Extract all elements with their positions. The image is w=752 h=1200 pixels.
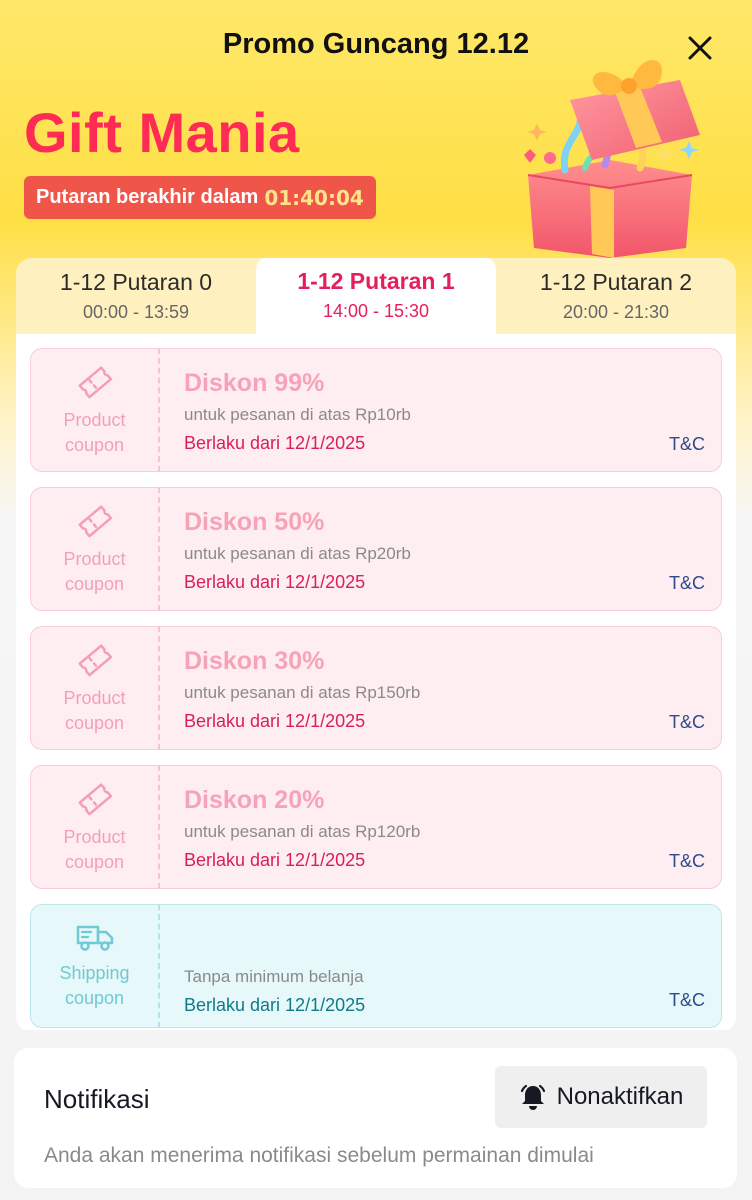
coupon-validity: Berlaku dari 12/1/2025: [184, 711, 366, 731]
tnc-link[interactable]: T&C: [669, 434, 705, 455]
tab-round-2-name: 1-12 Putaran 2: [539, 269, 693, 295]
coupon-type-label: Product coupon: [63, 686, 125, 736]
coupon-title: Diskon 30%: [184, 647, 325, 675]
coupon-type-label: Product coupon: [63, 825, 125, 875]
tnc-link[interactable]: T&C: [669, 573, 705, 594]
rounds-panel: 1-12 Putaran 0 00:00 - 13:59 1-12 Putara…: [16, 258, 736, 1030]
ticket-icon: [78, 644, 112, 677]
coupon-condition: untuk pesanan di atas Rp10rb: [184, 405, 411, 424]
coupon-type-label: Shipping coupon: [59, 961, 129, 1011]
coupon-title: Diskon 20%: [184, 786, 325, 814]
tab-round-0-time: 00:00 - 13:59: [82, 302, 190, 322]
coupon-body: Diskon 50% untuk pesanan di atas Rp20rb …: [160, 487, 722, 611]
coupon-title: Diskon 50%: [184, 508, 325, 536]
coupon-type-line-1: Shipping: [59, 963, 130, 983]
coupon-body: Tanpa minimum belanja Berlaku dari 12/1/…: [160, 904, 722, 1028]
disable-notification-label: Nonaktifkan: [556, 1083, 684, 1110]
coupon-body: Diskon 20% untuk pesanan di atas Rp120rb…: [160, 765, 722, 889]
coupon-stub: Shipping coupon: [30, 904, 160, 1028]
tab-round-1-time: 14:00 - 15:30: [322, 301, 430, 321]
coupon-type-line-2: coupon: [64, 852, 125, 872]
coupon-card[interactable]: Product coupon Diskon 30% untuk pesanan …: [30, 626, 722, 750]
countdown-label: Putaran berakhir dalam: [36, 186, 259, 208]
coupon-type-line-1: Product: [63, 549, 126, 569]
tnc-link[interactable]: T&C: [669, 990, 705, 1011]
tnc-link[interactable]: T&C: [669, 712, 705, 733]
coupon-title: Diskon 99%: [184, 369, 325, 397]
coupon-stub: Product coupon: [30, 626, 160, 750]
coupon-stub: Product coupon: [30, 765, 160, 889]
tnc-link[interactable]: T&C: [669, 851, 705, 872]
countdown-time: 01:40:04: [264, 185, 364, 210]
coupon-type-line-1: Product: [63, 688, 126, 708]
bell-icon: [520, 1084, 545, 1110]
truck-icon: [76, 925, 113, 951]
coupon-condition: untuk pesanan di atas Rp150rb: [184, 683, 421, 702]
coupon-card[interactable]: Product coupon Diskon 20% untuk pesanan …: [30, 765, 722, 889]
coupon-type-line-2: coupon: [64, 988, 125, 1008]
coupon-validity: Berlaku dari 12/1/2025: [184, 433, 366, 453]
coupon-condition: untuk pesanan di atas Rp20rb: [184, 544, 411, 563]
brand-title: Gift Mania: [24, 101, 300, 164]
coupon-card[interactable]: Product coupon Diskon 50% untuk pesanan …: [30, 487, 722, 611]
coupon-body: Diskon 99% untuk pesanan di atas Rp10rb …: [160, 348, 722, 472]
coupon-card-shipping[interactable]: Shipping coupon Tanpa minimum belanja Be…: [30, 904, 722, 1028]
ticket-icon: [78, 366, 112, 399]
countdown-badge: Putaran berakhir dalam 01:40:04: [24, 176, 376, 219]
notification-description: Anda akan menerima notifikasi sebelum pe…: [44, 1144, 594, 1167]
coupon-type-line-2: coupon: [64, 713, 125, 733]
coupon-type-label: Product coupon: [63, 408, 125, 458]
tab-round-0-name: 1-12 Putaran 0: [59, 269, 213, 295]
coupon-stub: Product coupon: [30, 487, 160, 611]
coupon-card[interactable]: Product coupon Diskon 99% untuk pesanan …: [30, 348, 722, 472]
coupon-type-line-1: Product: [63, 827, 126, 847]
coupon-stub: Product coupon: [30, 348, 160, 472]
gift-box-illustration: [524, 60, 700, 258]
ticket-icon: [78, 783, 112, 816]
coupon-type-line-1: Product: [63, 410, 126, 430]
coupon-list: Product coupon Diskon 99% untuk pesanan …: [30, 348, 722, 1030]
ticket-icon: [78, 505, 112, 538]
tab-round-2-time: 20:00 - 21:30: [562, 302, 670, 322]
disable-notification-button[interactable]: Nonaktifkan: [495, 1066, 707, 1128]
coupon-validity: Berlaku dari 12/1/2025: [184, 572, 366, 592]
coupon-type-line-2: coupon: [64, 574, 125, 594]
notification-card: Notifikasi Nonaktifkan Anda akan menerim…: [14, 1048, 737, 1188]
coupon-type-label: Product coupon: [63, 547, 125, 597]
tab-round-0[interactable]: 1-12 Putaran 0 00:00 - 13:59: [16, 258, 256, 334]
notification-title: Notifikasi: [44, 1084, 150, 1114]
coupon-condition: Tanpa minimum belanja: [184, 967, 364, 986]
tab-round-1[interactable]: 1-12 Putaran 1 14:00 - 15:30: [256, 258, 496, 334]
coupon-validity: Berlaku dari 12/1/2025: [184, 850, 366, 870]
coupon-body: Diskon 30% untuk pesanan di atas Rp150rb…: [160, 626, 722, 750]
coupon-condition: untuk pesanan di atas Rp120rb: [184, 822, 421, 841]
coupon-type-line-2: coupon: [64, 435, 125, 455]
tab-round-1-name: 1-12 Putaran 1: [297, 268, 455, 294]
coupon-validity: Berlaku dari 12/1/2025: [184, 995, 366, 1015]
tab-round-2[interactable]: 1-12 Putaran 2 20:00 - 21:30: [496, 258, 736, 334]
round-tabs: 1-12 Putaran 0 00:00 - 13:59 1-12 Putara…: [16, 258, 736, 334]
